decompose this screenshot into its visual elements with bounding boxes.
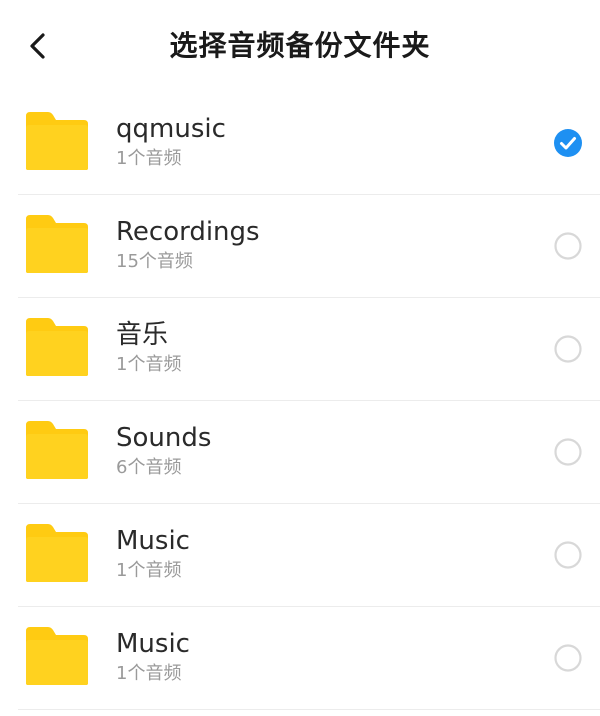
folder-row[interactable]: 音乐 1个音频 bbox=[0, 298, 600, 401]
folder-name: Music bbox=[116, 526, 190, 556]
radio-circle-icon[interactable] bbox=[554, 644, 582, 672]
radio-circle-icon[interactable] bbox=[554, 541, 582, 569]
folder-row[interactable]: Sounds 6个音频 bbox=[0, 401, 600, 504]
folder-icon bbox=[24, 522, 90, 584]
folder-row[interactable]: Recordings 15个音频 bbox=[0, 195, 600, 298]
page-title: 选择音频备份文件夹 bbox=[169, 29, 431, 62]
folder-row[interactable]: Music 1个音频 bbox=[0, 504, 600, 607]
radio-circle-icon[interactable] bbox=[554, 232, 582, 260]
radio-circle-icon[interactable] bbox=[554, 335, 582, 363]
header-bar: 选择音频备份文件夹 bbox=[0, 0, 600, 92]
folder-name: Recordings bbox=[116, 217, 260, 247]
folder-row[interactable]: qqmusic 1个音频 bbox=[0, 92, 600, 195]
folder-audio-count: 1个音频 bbox=[116, 560, 182, 581]
folder-icon bbox=[24, 625, 90, 687]
folder-icon bbox=[24, 316, 90, 378]
folder-audio-count: 1个音频 bbox=[116, 148, 182, 169]
folder-audio-count: 1个音频 bbox=[116, 663, 182, 684]
folder-name: 音乐 bbox=[116, 320, 169, 350]
folder-audio-count: 15个音频 bbox=[116, 251, 193, 272]
folder-list: qqmusic 1个音频 Recordings 15个音频 音乐 1个音频 So… bbox=[0, 92, 600, 710]
folder-audio-count: 6个音频 bbox=[116, 457, 182, 478]
folder-name: Music bbox=[116, 629, 190, 659]
folder-icon bbox=[24, 110, 90, 172]
folder-name: Sounds bbox=[116, 423, 212, 453]
folder-icon bbox=[24, 419, 90, 481]
folder-icon bbox=[24, 213, 90, 275]
folder-audio-count: 1个音频 bbox=[116, 354, 182, 375]
folder-row[interactable]: Music 1个音频 bbox=[0, 607, 600, 710]
checkmark-circle-icon[interactable] bbox=[554, 129, 582, 157]
folder-name: qqmusic bbox=[116, 114, 226, 144]
radio-circle-icon[interactable] bbox=[554, 438, 582, 466]
